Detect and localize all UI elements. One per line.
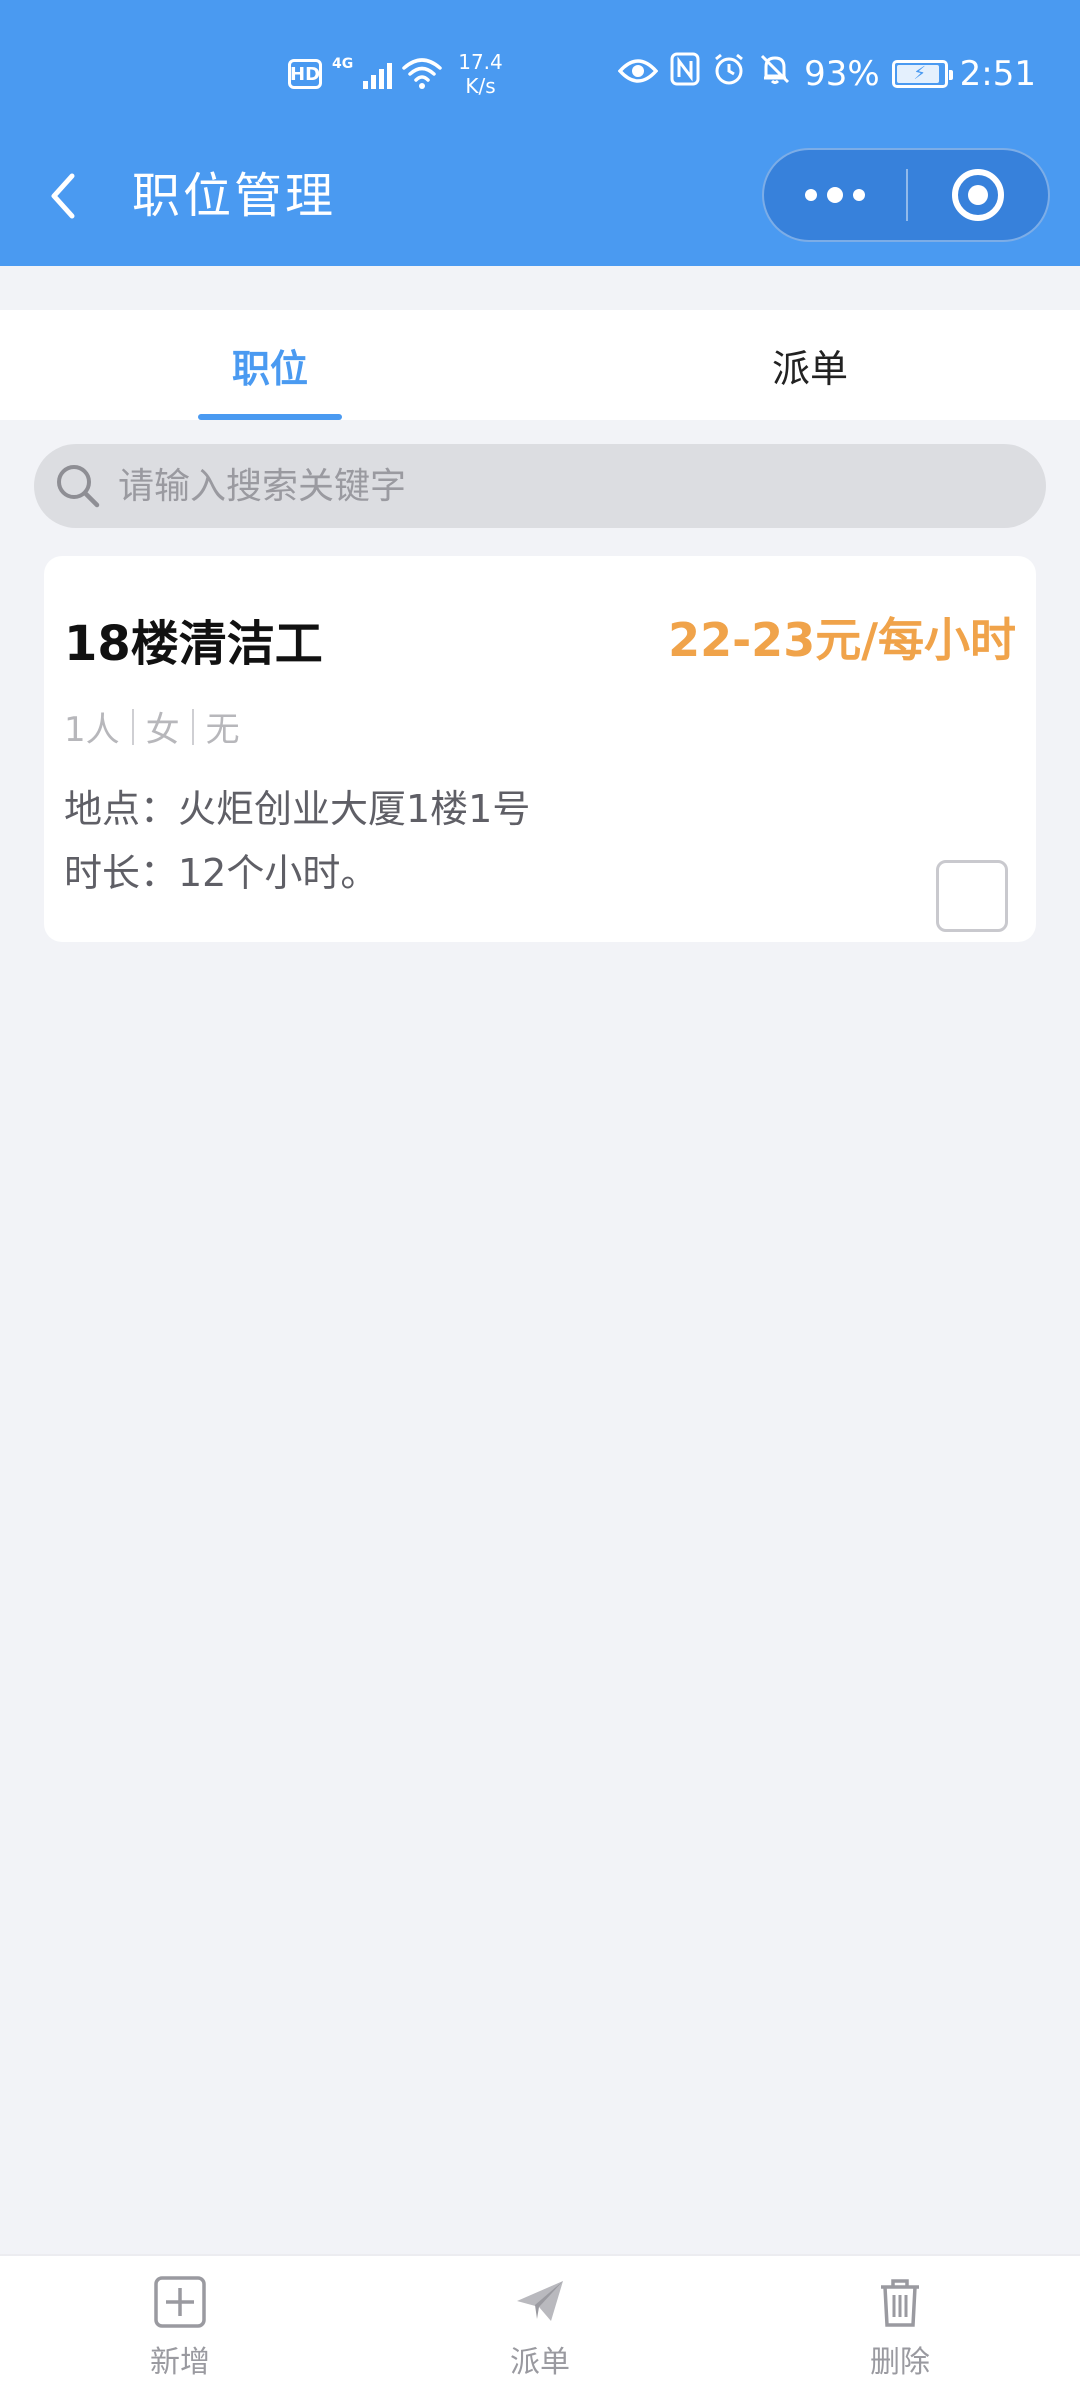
tab-dispatch[interactable]: 派单	[540, 310, 1080, 420]
header: HD 4G 17.4 K/s 93% ⚡ 2:51 职位管理	[0, 0, 1080, 266]
clock: 2:51	[959, 53, 1036, 94]
add-label: 新增	[150, 2345, 210, 2380]
tab-positions[interactable]: 职位	[0, 310, 540, 420]
more-icon[interactable]	[764, 150, 906, 240]
search-input[interactable]	[116, 464, 1000, 508]
job-requirement: 无	[205, 710, 240, 750]
job-title: 18楼清洁工	[64, 616, 323, 672]
nav-bar: 职位管理	[0, 140, 1080, 250]
status-left: HD 4G 17.4 K/s	[288, 50, 503, 98]
trash-icon	[873, 2275, 927, 2337]
tab-bar: 职位 派单	[0, 310, 1080, 420]
hd-icon: HD	[288, 59, 322, 89]
signal-icon	[363, 59, 393, 89]
nfc-icon	[670, 52, 700, 95]
search-bar	[34, 444, 1046, 528]
status-bar: HD 4G 17.4 K/s 93% ⚡ 2:51	[0, 40, 1080, 120]
job-location: 地点：火炬创业大厦1楼1号	[64, 787, 531, 831]
job-meta: 1人 女 无	[64, 702, 240, 751]
delete-button[interactable]: 删除	[720, 2256, 1080, 2400]
mute-bell-icon	[758, 52, 792, 95]
net-speed: 17.4 K/s	[458, 50, 503, 98]
mini-program-capsule	[762, 148, 1050, 242]
add-button[interactable]: 新增	[0, 2256, 360, 2400]
job-salary: 22-23元/每小时	[668, 613, 1016, 667]
search-icon	[52, 460, 104, 512]
job-card[interactable]: 18楼清洁工 22-23元/每小时 1人 女 无 地点：火炬创业大厦1楼1号 时…	[44, 556, 1036, 942]
meta-divider	[131, 708, 134, 745]
net-speed-unit: K/s	[465, 74, 496, 98]
delete-label: 删除	[870, 2345, 930, 2380]
close-target-icon[interactable]	[908, 150, 1048, 240]
wifi-icon	[402, 58, 442, 90]
bottom-toolbar: 新增 派单 删除	[0, 2254, 1080, 2400]
eye-icon	[617, 54, 659, 94]
job-select-checkbox[interactable]	[936, 860, 1008, 932]
battery-icon: ⚡	[891, 59, 953, 88]
network-type: 4G	[332, 56, 354, 72]
job-duration: 时长：12个小时。	[64, 851, 379, 895]
status-right: 93% ⚡ 2:51	[617, 52, 1036, 95]
battery-percent: 93%	[804, 53, 880, 94]
tab-positions-label: 职位	[231, 346, 308, 391]
send-icon	[513, 2275, 567, 2337]
dispatch-label: 派单	[510, 2345, 570, 2380]
tab-active-indicator	[198, 414, 342, 420]
dispatch-button[interactable]: 派单	[360, 2256, 720, 2400]
meta-divider	[191, 708, 194, 745]
job-gender: 女	[145, 710, 180, 750]
tab-dispatch-label: 派单	[771, 346, 848, 391]
job-headcount: 1人	[64, 710, 120, 750]
add-icon	[153, 2275, 207, 2337]
alarm-icon	[712, 52, 746, 95]
net-speed-value: 17.4	[458, 50, 503, 74]
back-icon[interactable]	[40, 166, 88, 226]
page-title: 职位管理	[132, 168, 337, 224]
